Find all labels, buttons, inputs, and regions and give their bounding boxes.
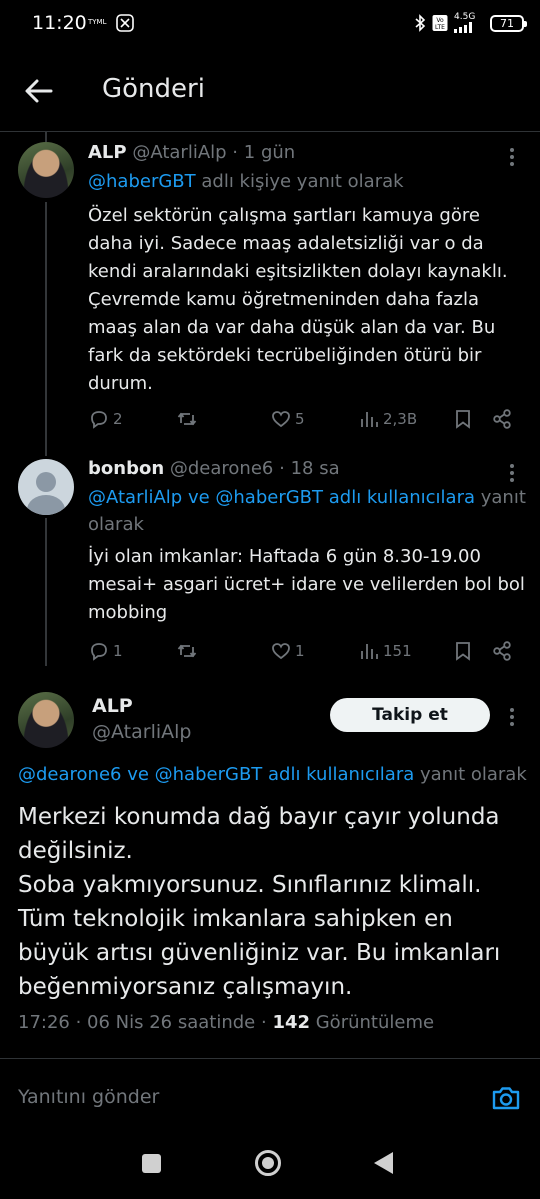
tweet-datetime[interactable]: 17:26 · 06 Nis 26 saatinde · [18, 1012, 272, 1033]
views-icon [361, 412, 378, 427]
bookmark-button[interactable] [452, 406, 474, 432]
reply-count: 1 [113, 642, 123, 660]
share-button[interactable] [491, 638, 513, 664]
reply-input[interactable]: Yanıtını gönder [18, 1086, 159, 1108]
follow-button[interactable]: Takip et [330, 698, 490, 732]
like-count: 5 [295, 410, 305, 428]
network-type: 4.5G [454, 12, 476, 22]
display-name[interactable]: bonbon [88, 458, 164, 479]
svg-text:Vo: Vo [436, 17, 444, 24]
retweet-button[interactable] [176, 406, 201, 432]
retweet-button[interactable] [176, 638, 201, 664]
page-title: Gönderi [102, 74, 205, 104]
reply-button[interactable]: 1 [88, 638, 123, 664]
tweet-header: ALP @AtarliAlp · 1 gün [88, 142, 295, 163]
username[interactable]: @AtarliAlp [92, 721, 191, 743]
tweet-text: Özel sektörün çalışma şartları kamuya gö… [88, 205, 508, 394]
like-icon [272, 411, 290, 428]
views-button[interactable]: 2,3B [358, 406, 417, 432]
display-name[interactable]: ALP [88, 142, 127, 163]
tweet-header: bonbon @dearone6 · 18 sa [88, 458, 340, 479]
system-nav-bar [0, 1130, 540, 1199]
avatar[interactable] [18, 459, 74, 515]
bluetooth-icon [415, 14, 426, 32]
avatar[interactable] [18, 142, 74, 198]
share-icon [493, 641, 511, 661]
like-button[interactable]: 5 [270, 406, 305, 432]
back-arrow-icon[interactable] [22, 74, 56, 108]
replying-suffix: adlı kişiye yanıt olarak [195, 171, 404, 192]
signal-icon [454, 22, 472, 33]
mention-link[interactable]: @dearone6 ve @haberGBT adlı kullanıcılar… [18, 764, 414, 785]
system-back-icon[interactable] [374, 1152, 393, 1174]
views-button[interactable]: 151 [358, 638, 412, 664]
bookmark-icon [456, 642, 470, 661]
volte-icon: Vo LTE [432, 15, 448, 31]
mention-link[interactable]: @AtarliAlp ve @haberGBT adlı kullanıcıla… [88, 487, 475, 508]
top-bar: Gönderi [0, 48, 540, 132]
replying-to: @AtarliAlp ve @haberGBT adlı kullanıcıla… [88, 484, 528, 538]
views-icon [361, 644, 378, 659]
carrier-label: TYML [88, 18, 107, 26]
tweet-text: İyi olan imkanlar: Haftada 6 gün 8.30-19… [88, 546, 525, 623]
views-count: 2,3B [383, 410, 418, 428]
separator-dot: · [232, 142, 239, 163]
more-icon[interactable] [504, 462, 520, 482]
recents-icon[interactable] [142, 1154, 161, 1173]
tweet-actions: 2 5 2,3B [88, 406, 528, 432]
camera-icon[interactable] [490, 1082, 522, 1114]
tweet-reply[interactable]: bonbon @dearone6 · 18 sa @AtarliAlp ve @… [0, 454, 540, 676]
timestamp[interactable]: 18 sa [291, 458, 340, 479]
status-bar: 11:20 TYML Vo LTE 4.5G 71 [0, 0, 540, 48]
tweet-reply[interactable]: ALP @AtarliAlp · 1 gün @haberGBT adlı ki… [0, 132, 540, 454]
replying-suffix: yanıt olarak [414, 764, 527, 785]
views-count: 151 [383, 642, 412, 660]
mention-link[interactable]: @haberGBT [88, 171, 196, 192]
reply-icon [91, 411, 107, 429]
reply-count: 2 [113, 410, 123, 428]
username[interactable]: @dearone6 [170, 458, 273, 479]
like-button[interactable]: 1 [270, 638, 305, 664]
bookmark-button[interactable] [452, 638, 474, 664]
views-label: Görüntüleme [310, 1012, 435, 1033]
divider [0, 1058, 540, 1059]
share-icon [493, 409, 511, 429]
reply-button[interactable]: 2 [88, 406, 123, 432]
status-time: 11:20 [32, 12, 87, 34]
svg-text:LTE: LTE [435, 24, 445, 31]
like-count: 1 [295, 642, 305, 660]
like-icon [272, 643, 290, 660]
tweet-actions: 1 1 151 [88, 638, 528, 664]
battery-indicator: 71 [490, 14, 527, 32]
more-icon[interactable] [504, 706, 520, 726]
tweet-text: Merkezi konumda dağ bayır çayır yolunda … [18, 804, 501, 1000]
username[interactable]: @AtarliAlp [132, 142, 226, 163]
home-icon[interactable] [255, 1150, 281, 1176]
retweet-icon [177, 644, 197, 658]
reply-icon [91, 643, 107, 661]
views-count: 142 [272, 1012, 311, 1033]
app-notification-icon [116, 14, 134, 32]
avatar[interactable] [18, 692, 74, 748]
replying-to: @dearone6 ve @haberGBT adlı kullanıcılar… [18, 764, 540, 785]
more-icon[interactable] [504, 146, 520, 166]
replying-to: @haberGBT adlı kişiye yanıt olarak [88, 168, 528, 195]
separator-dot: · [279, 458, 285, 479]
display-name[interactable]: ALP [92, 695, 133, 717]
retweet-icon [177, 412, 197, 426]
share-button[interactable] [491, 406, 513, 432]
tweet-meta: 17:26 · 06 Nis 26 saatinde · 142 Görüntü… [18, 1012, 434, 1033]
timestamp[interactable]: 1 gün [244, 142, 295, 163]
bookmark-icon [456, 410, 470, 429]
